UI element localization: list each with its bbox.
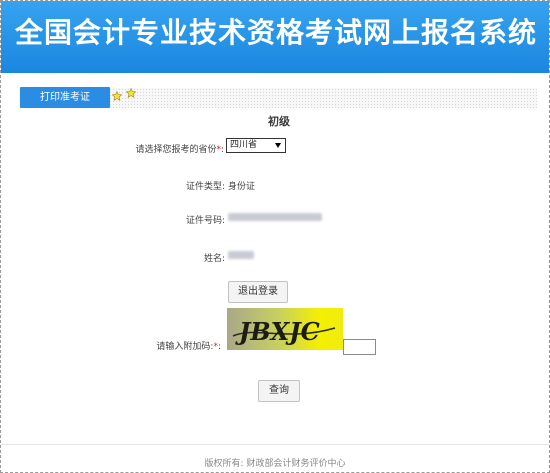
level-title: 初级 [268,115,290,128]
star-icon [112,91,122,101]
logout-button[interactable]: 退出登录 [228,281,288,303]
id-type-value: 身份证 [228,182,256,192]
colon: : [220,145,224,155]
province-label-text: 请选择您报考的省份 [135,145,217,155]
chevron-down-icon [275,143,281,148]
captcha-graphic: JBXJC [232,317,336,346]
captcha-label: 请输入附加码:*: [156,339,221,352]
footer-copyright: 版权所有: 财政部会计财务评价中心 [204,459,346,469]
id-type-label: 证件类型: [185,182,225,192]
captcha-text: JBXJC [235,317,320,346]
star-icon [126,88,136,98]
id-number-redacted [228,213,322,221]
footer-divider [1,444,549,445]
id-number-label: 证件号码: [185,216,225,226]
query-button[interactable]: 查询 [258,380,300,402]
province-label: 请选择您报考的省份*: [135,142,224,155]
colon: : [217,342,221,352]
tab-print-admission[interactable]: 打印准考证 [20,87,110,108]
name-label: 姓名: [203,254,225,264]
app-title: 全国会计专业技术资格考试网上报名系统 [15,16,538,49]
name-redacted [228,251,254,259]
province-selected-value: 四川省 [230,140,258,150]
captcha-label-text: 请输入附加码: [156,342,214,352]
captcha-input[interactable] [343,339,376,355]
captcha-image[interactable]: JBXJC [227,308,343,350]
header-banner: 全国会计专业技术资格考试网上报名系统 [1,1,549,73]
province-select[interactable]: 四川省 [226,138,286,153]
